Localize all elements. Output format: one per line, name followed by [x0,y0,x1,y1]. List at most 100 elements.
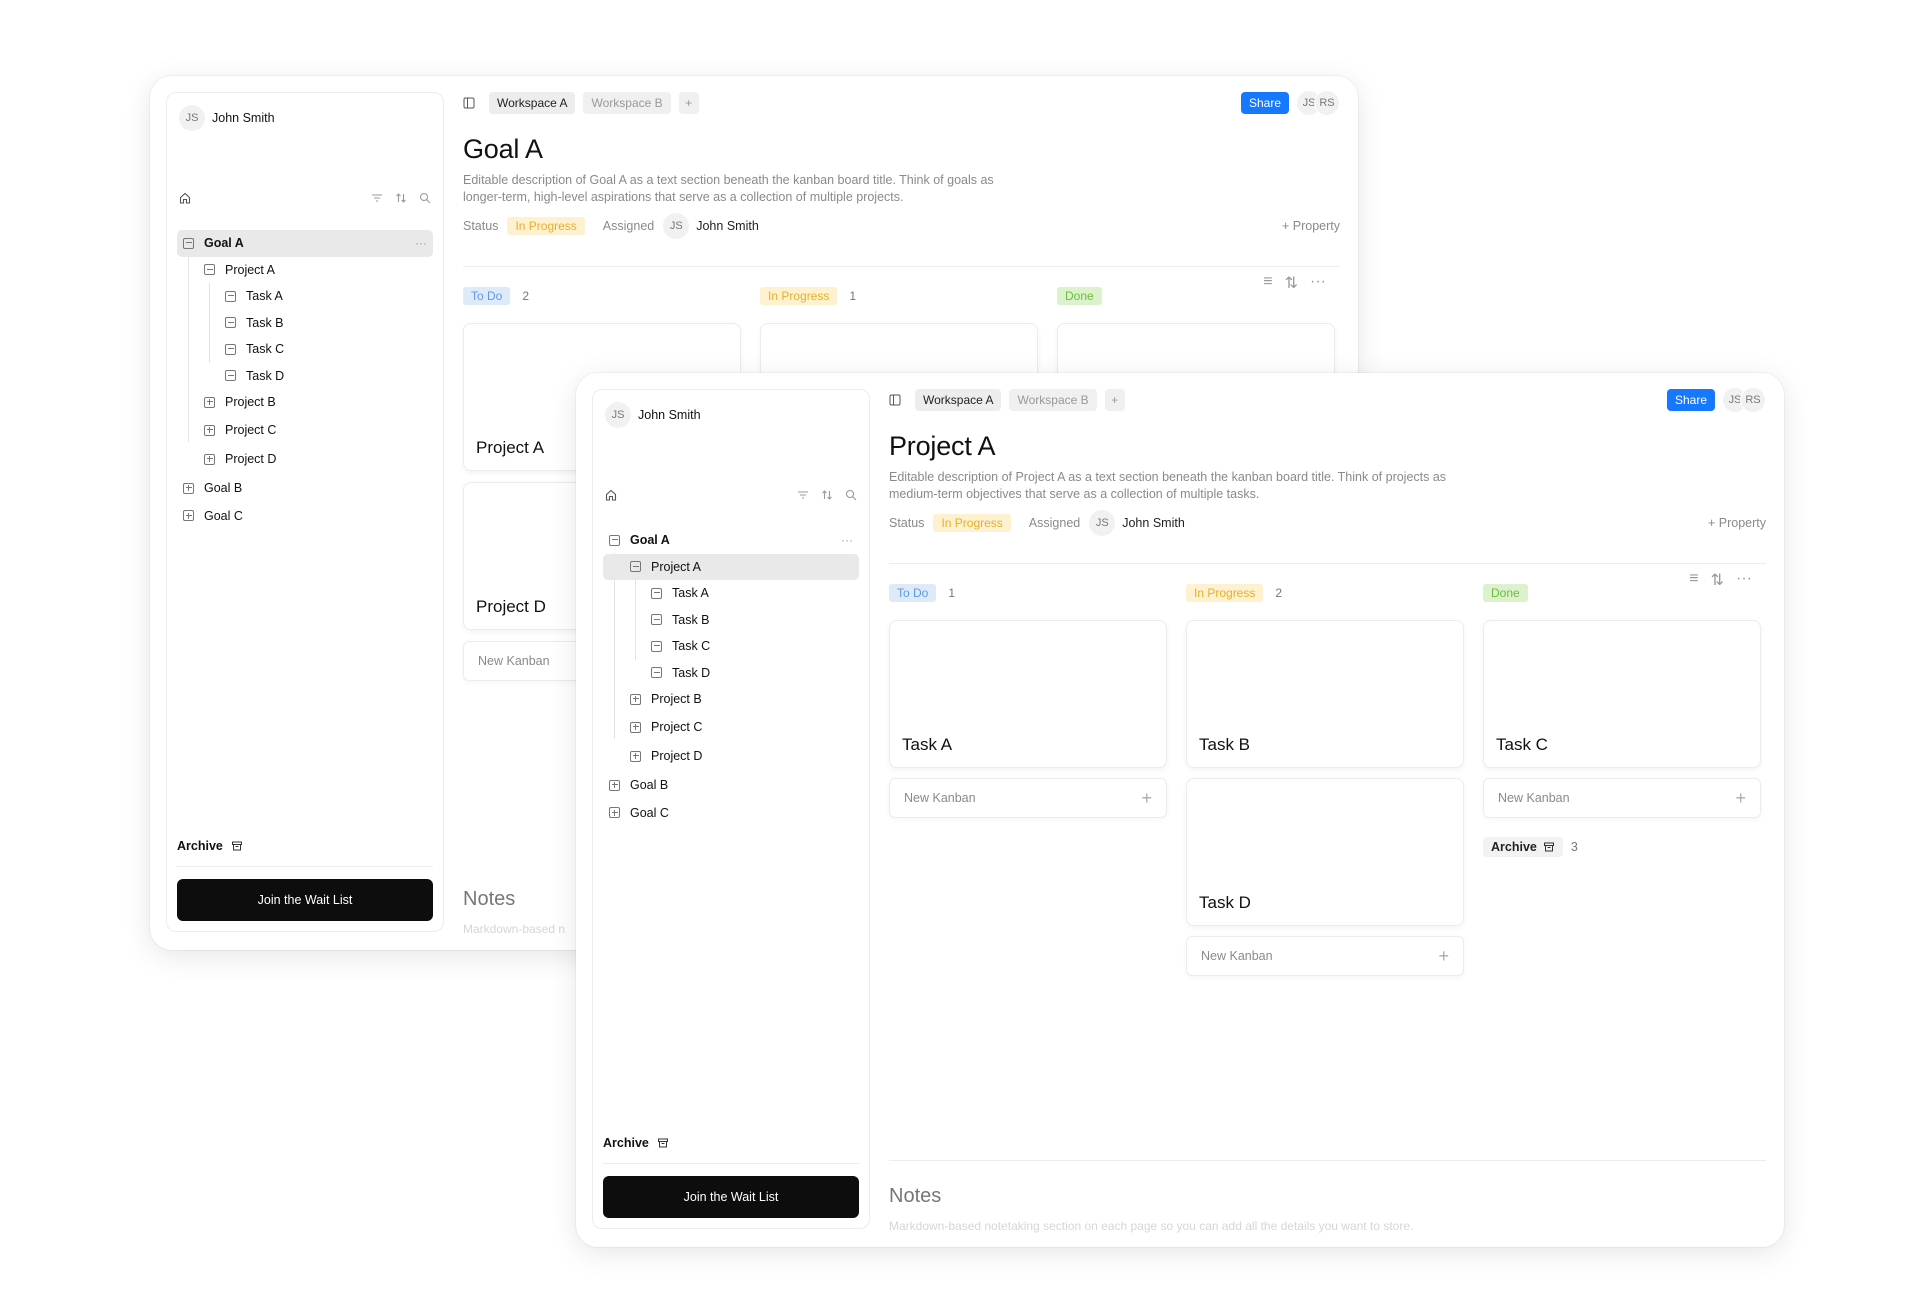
share-button[interactable]: Share [1666,389,1715,411]
assignee-name[interactable]: John Smith [696,219,759,233]
tree-item-goal-a[interactable]: Goal A ··· [177,230,433,257]
user-name: John Smith [638,408,701,422]
expand-icon[interactable] [630,721,641,733]
home-icon[interactable] [605,489,617,501]
tree-item-task-a[interactable]: Task A [177,283,433,310]
expand-icon[interactable] [183,482,194,494]
add-property-button[interactable]: + Property [1282,219,1340,233]
sort-icon[interactable] [395,192,407,204]
tab-workspace-a[interactable]: Workspace A [489,92,576,114]
tab-workspace-a[interactable]: Workspace A [915,389,1002,411]
kanban-card-task-c[interactable]: Task C [1483,620,1761,768]
plus-icon[interactable]: + [1141,788,1152,809]
collapse-icon[interactable] [609,534,620,546]
filter-icon[interactable] [371,192,383,204]
notes-description[interactable]: Markdown-based notetaking section on eac… [889,1219,1413,1233]
expand-icon[interactable] [204,396,215,408]
task-icon [225,343,236,355]
kanban-card-task-d[interactable]: Task D [1186,778,1464,926]
plus-icon[interactable]: + [1438,946,1449,967]
plus-icon[interactable]: + [1735,788,1746,809]
new-kanban-button[interactable]: New Kanban + [1483,778,1761,818]
filter-icon[interactable]: ≡ [1689,570,1698,590]
assignee-name[interactable]: John Smith [1122,516,1185,530]
page-description[interactable]: Editable description of Project A as a t… [889,469,1449,503]
add-property-button[interactable]: + Property [1708,516,1766,530]
new-kanban-button[interactable]: New Kanban + [889,778,1167,818]
new-kanban-button[interactable]: New Kanban + [1186,936,1464,976]
collaborator-avatar[interactable]: RS [1740,387,1766,413]
sort-icon[interactable]: ⇅ [1285,273,1298,293]
tree-item-task-b[interactable]: Task B [603,607,859,634]
tree-item-task-d[interactable]: Task D [603,660,859,687]
tree-item-project-a[interactable]: Project A [603,553,859,580]
search-icon[interactable] [419,192,431,204]
join-waitlist-button[interactable]: Join the Wait List [177,879,433,921]
notes-description[interactable]: Markdown-based n [463,922,565,936]
tree-item-task-c[interactable]: Task C [177,336,433,363]
tab-workspace-b[interactable]: Workspace B [1009,389,1097,411]
more-icon[interactable]: ··· [1736,570,1752,590]
sidebar-toolbar [605,486,857,504]
tree-item-project-d[interactable]: Project D [177,445,433,474]
tree-item-project-d[interactable]: Project D [603,742,859,771]
share-button[interactable]: Share [1240,92,1289,114]
tab-workspace-b[interactable]: Workspace B [583,92,671,114]
add-tab-button[interactable]: + [678,92,699,114]
sort-icon[interactable] [821,489,833,501]
sidebar-archive[interactable]: Archive [177,839,243,853]
expand-icon[interactable] [204,453,215,465]
collaborator-avatar[interactable]: RS [1314,90,1340,116]
kanban-card-task-b[interactable]: Task B [1186,620,1464,768]
more-icon[interactable]: ··· [1310,273,1326,293]
status-badge[interactable]: In Progress [507,217,585,235]
tree-item-goal-c[interactable]: Goal C [603,800,859,827]
tree-item-goal-c[interactable]: Goal C [177,503,433,530]
tree-item-task-a[interactable]: Task A [603,580,859,607]
page-title[interactable]: Project A [889,431,995,462]
collapse-icon[interactable] [204,264,215,276]
properties-row: Status In Progress Assigned JS John Smit… [463,213,1340,239]
tree-item-task-b[interactable]: Task B [177,310,433,337]
filter-icon[interactable]: ≡ [1263,273,1272,293]
assignee-avatar: JS [1089,510,1116,536]
sort-icon[interactable]: ⇅ [1711,570,1724,590]
join-waitlist-button[interactable]: Join the Wait List [603,1176,859,1218]
tree-item-goal-b[interactable]: Goal B [603,771,859,800]
expand-icon[interactable] [609,779,620,791]
kanban-card-task-a[interactable]: Task A [889,620,1167,768]
tree-item-project-c[interactable]: Project C [177,416,433,445]
user-avatar: JS [179,105,205,131]
tree-item-task-c[interactable]: Task C [603,633,859,660]
tree-item-goal-b[interactable]: Goal B [177,474,433,503]
notes-title: Notes [463,888,516,910]
tree-item-goal-a[interactable]: Goal A ··· [603,527,859,554]
column-archive[interactable]: Archive 3 [1483,837,1578,857]
tree-item-project-c[interactable]: Project C [603,713,859,742]
add-tab-button[interactable]: + [1104,389,1125,411]
tree-item-task-d[interactable]: Task D [177,363,433,390]
collapse-icon[interactable] [183,237,194,249]
expand-icon[interactable] [609,807,620,819]
sidebar-toggle-icon[interactable] [463,97,475,109]
expand-icon[interactable] [204,424,215,436]
tree-item-project-b[interactable]: Project B [177,389,433,416]
collapse-icon[interactable] [630,561,641,573]
page-title[interactable]: Goal A [463,134,543,165]
status-badge[interactable]: In Progress [933,514,1011,532]
sidebar-user[interactable]: JS John Smith [179,105,275,131]
filter-icon[interactable] [797,489,809,501]
expand-icon[interactable] [630,693,641,705]
tree-item-project-a[interactable]: Project A [177,257,433,284]
more-icon[interactable]: ··· [415,236,427,250]
sidebar-archive[interactable]: Archive [603,1136,669,1150]
sidebar-toggle-icon[interactable] [889,394,901,406]
more-icon[interactable]: ··· [841,533,853,547]
page-description[interactable]: Editable description of Goal A as a text… [463,172,1023,206]
expand-icon[interactable] [630,750,641,762]
tree-item-project-b[interactable]: Project B [603,686,859,713]
expand-icon[interactable] [183,510,194,522]
home-icon[interactable] [179,192,191,204]
search-icon[interactable] [845,489,857,501]
sidebar-user[interactable]: JS John Smith [605,402,701,428]
